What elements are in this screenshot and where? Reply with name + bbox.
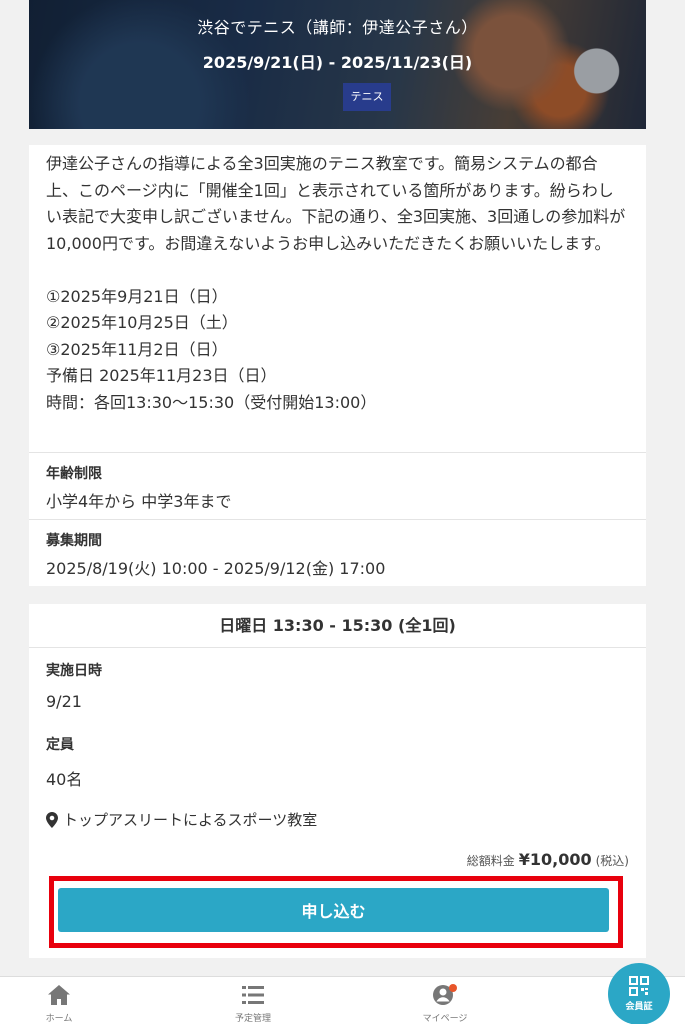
price-tax-note: (税込) xyxy=(595,854,629,868)
event-dates: 2025/9/21(日) - 2025/11/23(日) xyxy=(202,53,473,72)
nav-mypage-label: マイページ xyxy=(422,1014,468,1024)
capacity-value: 40名 xyxy=(46,770,83,789)
recruitment-period-label: 募集期間 xyxy=(46,533,102,549)
session-date-label: 実施日時 xyxy=(46,663,102,679)
location: トップアスリートによるスポーツ教室 xyxy=(46,809,317,830)
event-details-card: 伊達公子さんの指導による全3回実施のテニス教室です。簡易システムの都合上、このペ… xyxy=(29,145,646,586)
map-pin-icon xyxy=(46,811,58,828)
bottom-navigation: ホーム 予定管理 マイページ xyxy=(0,976,685,1024)
capacity-label: 定員 xyxy=(46,737,74,753)
total-price: 総額料金 ¥10,000 (税込) xyxy=(467,850,629,869)
recruitment-period-value: 2025/8/19(火) 10:00 - 2025/9/12(金) 17:00 xyxy=(46,559,386,578)
price-amount: ¥10,000 xyxy=(518,850,592,869)
list-icon xyxy=(242,986,264,1004)
nav-home-label: ホーム xyxy=(45,1014,73,1024)
event-title: 渋谷でテニス（講師：伊達公子さん） xyxy=(197,18,478,37)
member-card-label: 会員証 xyxy=(625,1002,653,1012)
session-date-value: 9/21 xyxy=(46,692,82,711)
qr-code-icon xyxy=(629,976,649,996)
nav-schedule-label: 予定管理 xyxy=(234,1014,271,1024)
member-card-button[interactable]: 会員証 xyxy=(608,963,670,1024)
location-text: トップアスリートによるスポーツ教室 xyxy=(63,811,318,829)
nav-home[interactable]: ホーム xyxy=(14,983,104,1024)
session-header: 日曜日 13:30 - 15:30 (全1回) xyxy=(29,604,646,648)
user-icon xyxy=(433,984,457,1005)
event-description: 伊達公子さんの指導による全3回実施のテニス教室です。簡易システムの都合上、このペ… xyxy=(46,154,626,412)
category-tag: テニス xyxy=(343,83,391,111)
session-card: 日曜日 13:30 - 15:30 (全1回) 実施日時 9/21 定員 40名… xyxy=(29,604,646,958)
home-icon xyxy=(48,985,70,1005)
divider xyxy=(29,452,646,453)
price-label: 総額料金 xyxy=(466,854,515,868)
event-banner: 渋谷でテニス（講師：伊達公子さん） 2025/9/21(日) - 2025/11… xyxy=(29,0,646,129)
age-limit-label: 年齢制限 xyxy=(46,466,102,482)
divider xyxy=(29,519,646,520)
age-limit-value: 小学4年から 中学3年まで xyxy=(46,492,232,511)
nav-schedule[interactable]: 予定管理 xyxy=(208,983,298,1024)
nav-mypage[interactable]: マイページ xyxy=(400,983,490,1024)
apply-button[interactable]: 申し込む xyxy=(58,888,609,932)
